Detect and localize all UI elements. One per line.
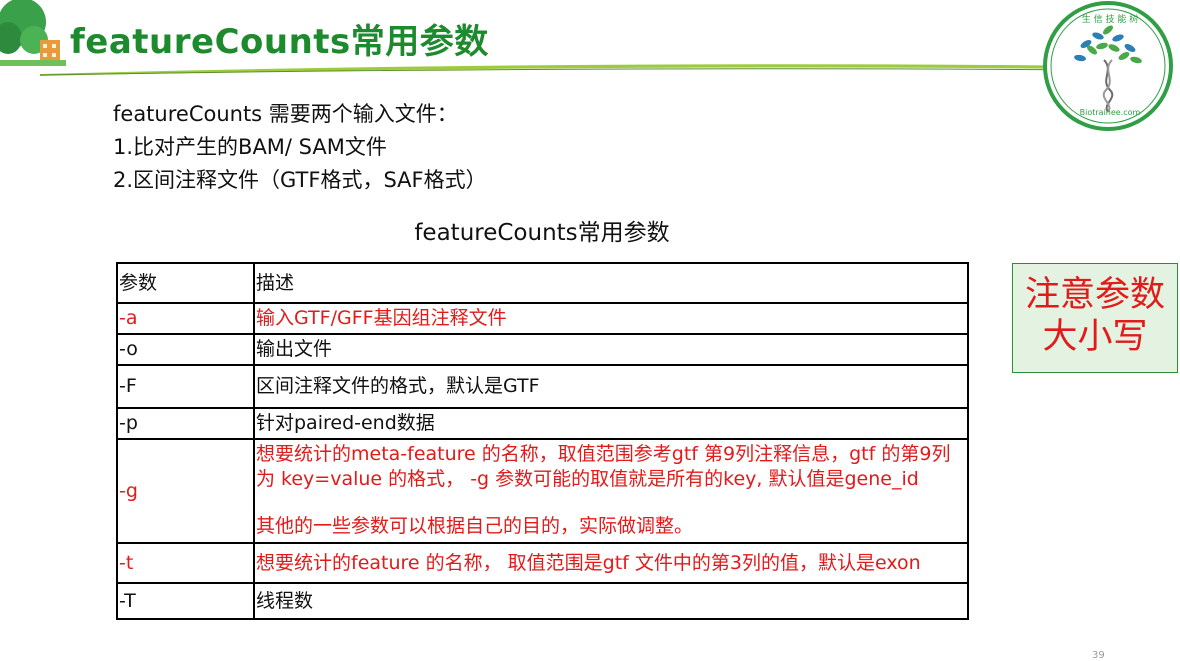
page-number: 39 (1092, 650, 1105, 661)
intro-line-3: 2.区间注释文件（GTF格式，SAF格式） (113, 168, 487, 192)
table-header-row: 参数 描述 (116, 262, 969, 304)
param-cell: -o (116, 333, 255, 366)
table-row: -T 线程数 (116, 582, 969, 620)
table-caption: featureCounts常用参数 (414, 220, 670, 246)
desc-note: 其他的一些参数可以根据自己的目的，实际做调整。 (256, 515, 694, 537)
logo-top-text: 生 信 技 能 树 (1081, 15, 1139, 25)
intro-line-1: featureCounts 需要两个输入文件： (113, 102, 458, 126)
table-row: -t 想要统计的feature 的名称， 取值范围是gtf 文件中的第3列的值，… (116, 542, 969, 584)
intro-text: featureCounts 需要两个输入文件： 1.比对产生的BAM/ SAM文… (113, 98, 487, 197)
desc-cell: 输出文件 (253, 333, 969, 366)
table-row: -o 输出文件 (116, 333, 969, 366)
param-cell: -g (116, 438, 255, 544)
note-box: 注意参数 大小写 (1012, 263, 1178, 373)
header-param: 参数 (116, 262, 255, 304)
title-underline (40, 64, 1100, 76)
desc-text: 想要统计的meta-feature 的名称，取值范围参考gtf 第9列注释信息，… (256, 443, 951, 490)
param-cell: -a (116, 302, 255, 335)
intro-line-2: 1.比对产生的BAM/ SAM文件 (113, 135, 387, 159)
desc-cell: 针对paired-end数据 (253, 407, 969, 440)
desc-cell: 线程数 (253, 582, 969, 620)
param-cell: -p (116, 407, 255, 440)
header-desc: 描述 (253, 262, 969, 304)
table-row: -g 想要统计的meta-feature 的名称，取值范围参考gtf 第9列注释… (116, 438, 969, 544)
note-line-1: 注意参数 (1024, 275, 1165, 315)
param-cell: -F (116, 364, 255, 409)
note-line-2: 大小写 (1042, 317, 1148, 357)
table-row: -F 区间注释文件的格式，默认是GTF (116, 364, 969, 409)
corner-tree-decoration (0, 0, 66, 66)
desc-cell: 想要统计的meta-feature 的名称，取值范围参考gtf 第9列注释信息，… (253, 438, 969, 544)
slide-title: featureCounts常用参数 (70, 22, 489, 62)
table-row: -a 输入GTF/GFF基因组注释文件 (116, 302, 969, 335)
logo-bottom-text: Biotrainee.com (1079, 108, 1141, 117)
biotrainee-logo: 生 信 技 能 树 Biotrainee.com (1040, 0, 1175, 132)
table-row: -p 针对paired-end数据 (116, 407, 969, 440)
desc-cell: 区间注释文件的格式，默认是GTF (253, 364, 969, 409)
param-cell: -t (116, 542, 255, 584)
desc-cell: 想要统计的feature 的名称， 取值范围是gtf 文件中的第3列的值，默认是… (253, 542, 969, 584)
desc-cell: 输入GTF/GFF基因组注释文件 (253, 302, 969, 335)
parameters-table: 参数 描述 -a 输入GTF/GFF基因组注释文件 -o 输出文件 -F 区间注… (116, 262, 969, 620)
param-cell: -T (116, 582, 255, 620)
